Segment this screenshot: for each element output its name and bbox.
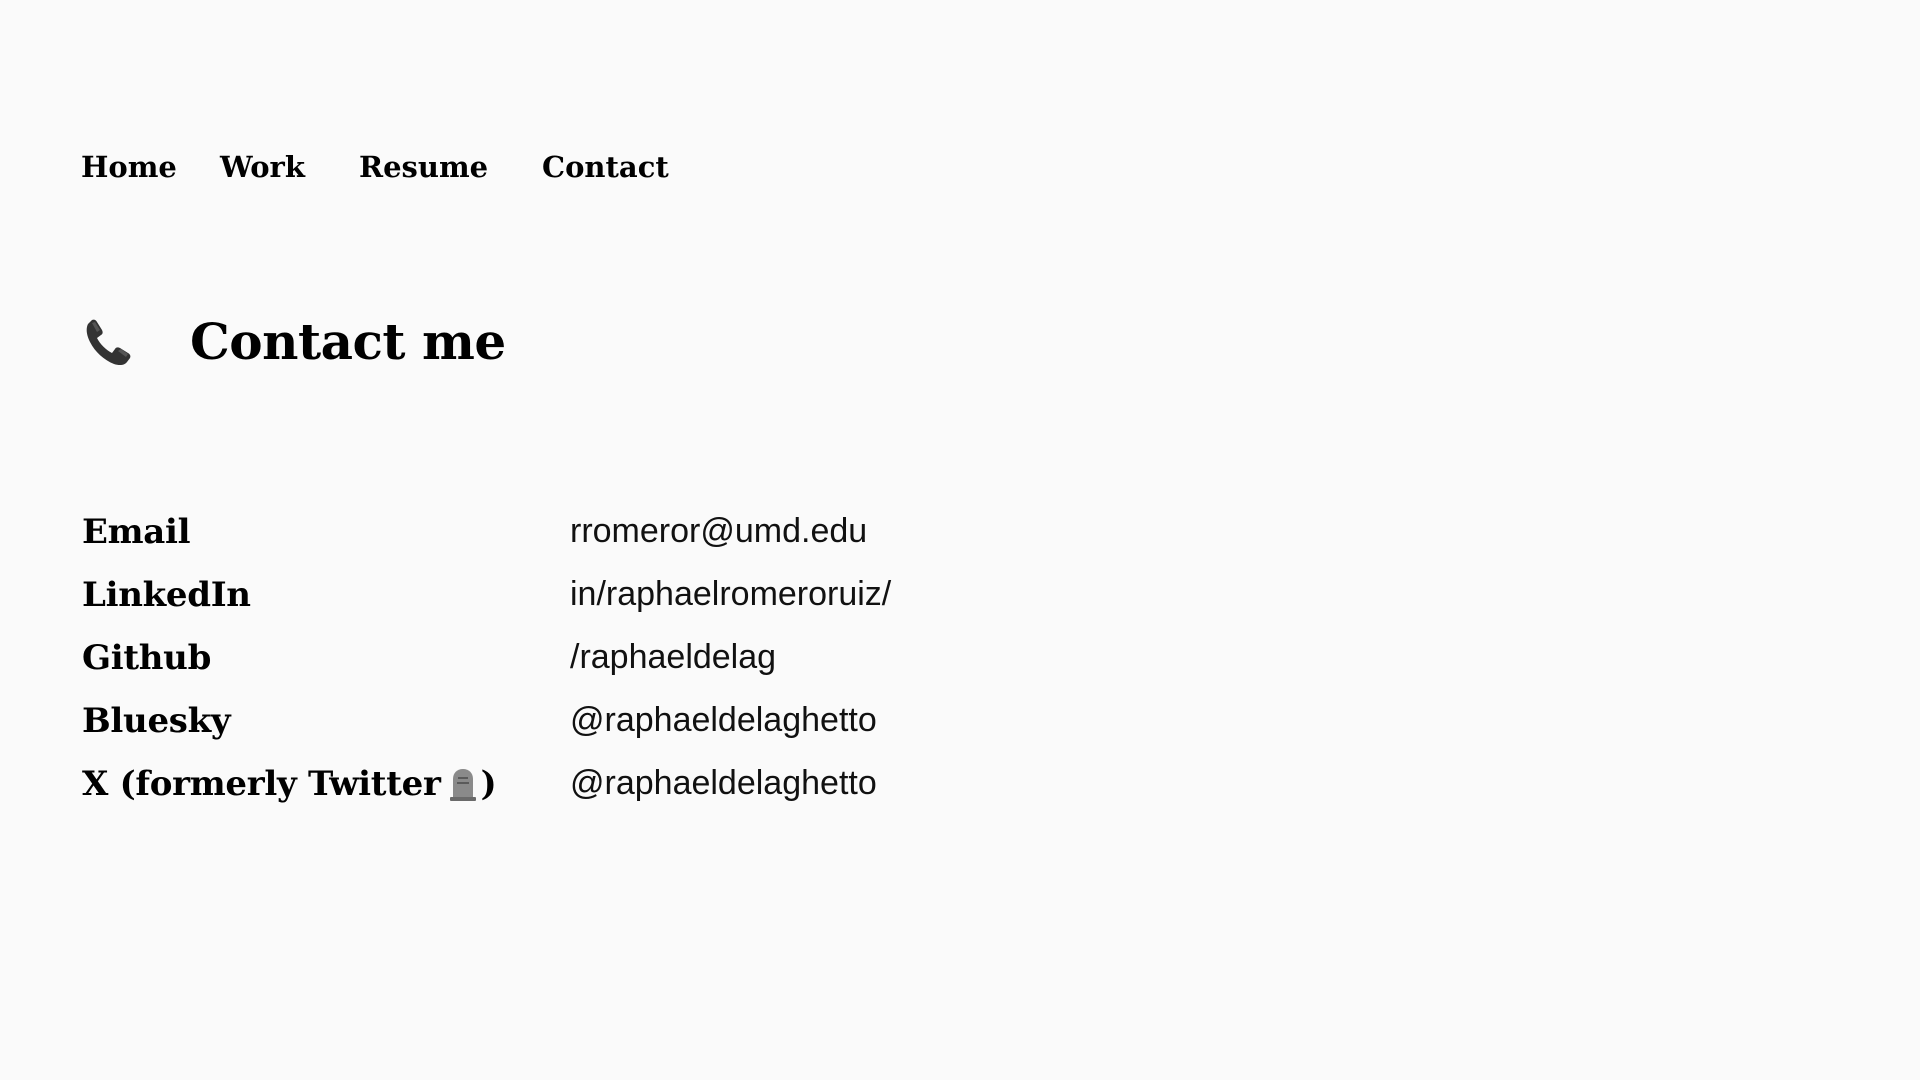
nav-resume-link[interactable]: Resume bbox=[359, 150, 542, 184]
nav-contact-link[interactable]: Contact bbox=[542, 150, 682, 184]
contact-row-email: Email rromeror@umd.edu bbox=[82, 500, 891, 563]
x-link[interactable]: @raphaeldelaghetto bbox=[570, 764, 877, 803]
contact-row-x: X (formerly Twitter ) @raphaeldelaghetto bbox=[82, 752, 891, 815]
contact-label-suffix: ) bbox=[480, 763, 497, 804]
bluesky-link[interactable]: @raphaeldelaghetto bbox=[570, 701, 877, 740]
contact-label: Bluesky bbox=[82, 700, 231, 741]
contact-row-github: Github /raphaeldelag bbox=[82, 626, 891, 689]
top-nav: Home Work Resume Contact bbox=[81, 150, 682, 184]
contact-label-text: X (formerly Twitter bbox=[82, 763, 441, 804]
contact-row-linkedin: LinkedIn in/raphaelromeroruiz/ bbox=[82, 563, 891, 626]
nav-work-link[interactable]: Work bbox=[220, 150, 359, 184]
email-link[interactable]: rromeror@umd.edu bbox=[570, 512, 867, 551]
contact-label: Email bbox=[82, 511, 191, 552]
telephone-receiver-icon bbox=[80, 314, 136, 370]
contact-label: LinkedIn bbox=[82, 574, 251, 615]
contact-label: Github bbox=[82, 637, 212, 678]
github-link[interactable]: /raphaeldelag bbox=[570, 638, 776, 677]
nav-home-link[interactable]: Home bbox=[81, 150, 220, 184]
page: Home Work Resume Contact Contact me Emai… bbox=[0, 0, 1920, 1080]
contact-row-bluesky: Bluesky @raphaeldelaghetto bbox=[82, 689, 891, 752]
page-title: Contact me bbox=[190, 312, 506, 371]
contact-label: X (formerly Twitter ) bbox=[82, 764, 570, 804]
page-heading: Contact me bbox=[80, 312, 506, 371]
linkedin-link[interactable]: in/raphaelromeroruiz/ bbox=[570, 575, 891, 614]
headstone-icon bbox=[449, 767, 477, 801]
contact-list: Email rromeror@umd.edu LinkedIn in/rapha… bbox=[82, 500, 891, 815]
